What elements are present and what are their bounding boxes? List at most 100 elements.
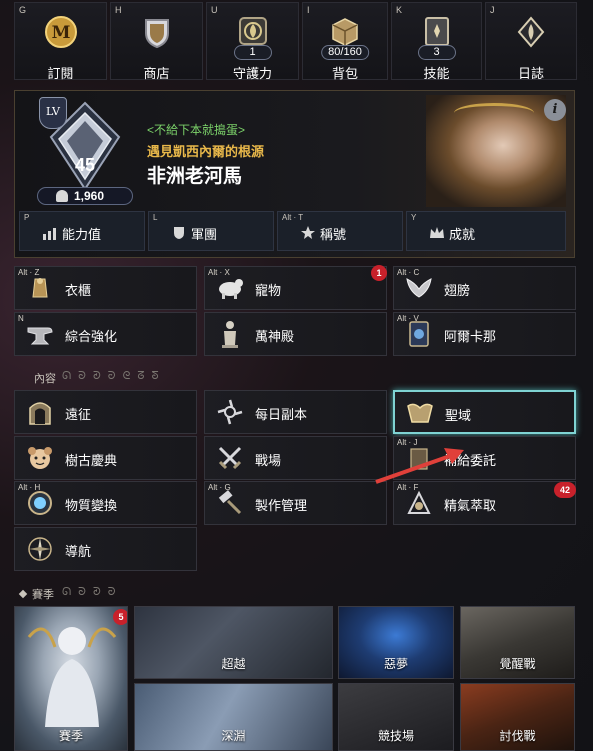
- menu-crafting[interactable]: Alt · G 製作管理: [204, 481, 387, 525]
- daily-dungeon-icon: [215, 397, 245, 427]
- tab-label: 技能: [423, 66, 450, 81]
- helmet-icon: [56, 190, 68, 202]
- anvil-icon: [25, 319, 55, 349]
- notification-badge: 5: [113, 609, 127, 625]
- notification-badge: 42: [554, 482, 576, 498]
- arcana-card-icon: [404, 319, 434, 349]
- tile-transcendence[interactable]: 超越: [134, 606, 333, 679]
- level-number: 45: [74, 155, 96, 175]
- menu-label: 萬神殿: [255, 329, 295, 344]
- tab-inventory[interactable]: I 80/160 背包: [302, 2, 388, 81]
- menu-navigation[interactable]: 導航: [14, 527, 197, 571]
- menu-label: 物質變換: [65, 498, 118, 513]
- tab-stats[interactable]: P 能力值: [19, 211, 145, 251]
- sanctuary-icon: [405, 398, 435, 428]
- legion-shield-icon: [174, 227, 184, 239]
- tile-abyss[interactable]: 深淵: [134, 683, 333, 751]
- pet-icon: [215, 273, 245, 303]
- essence-extract-icon: [404, 488, 434, 518]
- hotkey-label: Alt · T: [282, 213, 304, 222]
- m-coin-icon: M: [44, 15, 78, 49]
- section-title-content: 內容: [34, 373, 56, 385]
- tile-nightmare[interactable]: 惡夢: [338, 606, 454, 679]
- character-title: 遇見凱西內爾的根源: [147, 144, 265, 159]
- tile-season[interactable]: 賽季 5: [14, 606, 128, 751]
- tab-label: 訂閱: [47, 66, 74, 81]
- hotkey-label: I: [307, 5, 310, 15]
- menu-sanctuary[interactable]: 聖域: [393, 390, 576, 434]
- tab-skills[interactable]: K 3 技能: [391, 2, 482, 81]
- tab-label: 軍團: [191, 227, 218, 242]
- menu-label: 衣櫃: [65, 283, 92, 298]
- transmute-orb-icon: [25, 488, 55, 518]
- hotkey-label: G: [19, 5, 27, 15]
- menu-pets[interactable]: Alt · X 寵物 1: [204, 265, 387, 310]
- menu-wardrobe[interactable]: Alt · Z 衣櫃: [14, 266, 197, 310]
- tab-titles[interactable]: Alt · T 稱號: [277, 211, 403, 251]
- menu-label: 翅膀: [444, 283, 471, 298]
- craft-hammer-icon: [215, 488, 245, 518]
- wardrobe-icon: [25, 273, 55, 303]
- section-glyphs: ᘏ ᘐ ᘑ ᘒ ᘓ ᘔ ᘕ: [62, 370, 161, 382]
- menu-label: 精氣萃取: [444, 498, 497, 513]
- tile-awakening-battle[interactable]: 覺醒戰: [460, 606, 575, 679]
- bag-box-icon: [328, 15, 362, 49]
- lv-badge: LV: [39, 97, 67, 129]
- festival-mascot-icon: [25, 443, 55, 473]
- combat-power-pill: 1,960: [37, 187, 133, 205]
- wings-icon: [404, 273, 434, 303]
- menu-wings[interactable]: Alt · C 翅膀: [393, 266, 576, 310]
- guardian-icon: [236, 15, 270, 49]
- tab-journal[interactable]: J 日誌: [485, 2, 577, 81]
- menu-expedition[interactable]: 遠征: [14, 390, 197, 434]
- title-star-icon: [301, 226, 315, 239]
- info-icon[interactable]: i: [544, 99, 566, 121]
- tile-label: 賽季: [58, 729, 83, 743]
- shop-shield-icon: [140, 15, 174, 49]
- tile-label: 深淵: [221, 729, 246, 743]
- section-title-season: 賽季: [32, 589, 54, 601]
- menu-label: 聖域: [445, 408, 472, 423]
- tab-shop[interactable]: H 商店: [110, 2, 203, 81]
- menu-label: 阿爾卡那: [444, 329, 497, 344]
- crown-ornament: [454, 103, 534, 123]
- hotkey-label: H: [115, 5, 122, 15]
- menu-battlefield[interactable]: 戰場: [204, 436, 387, 480]
- hotkey-label: U: [211, 5, 218, 15]
- tab-label: 守護力: [232, 66, 272, 81]
- hotkey-label: Y: [411, 213, 417, 222]
- character-profile-panel: i LV 45 1,960 <不給下本就搗蛋> 遇見凱西內爾的根源 非洲老河馬 …: [14, 90, 575, 258]
- annotation-arrow: [375, 448, 464, 484]
- svg-text:M: M: [51, 23, 70, 43]
- section-glyphs: ᘏ ᘐ ᘑ ᘒ: [62, 586, 118, 598]
- menu-arcana[interactable]: Alt · V 阿爾卡那: [393, 312, 576, 356]
- menu-label: 製作管理: [255, 498, 308, 513]
- menu-label: 每日副本: [255, 407, 308, 422]
- tile-label: 超越: [221, 657, 246, 671]
- menu-label: 遠征: [65, 407, 92, 422]
- menu-label: 綜合強化: [65, 329, 118, 344]
- menu-pantheon[interactable]: 萬神殿: [204, 312, 387, 356]
- pantheon-statue-icon: [215, 319, 245, 349]
- menu-enhancement[interactable]: N 綜合強化: [14, 312, 197, 356]
- menu-label: 戰場: [255, 453, 282, 468]
- tab-legion[interactable]: L 軍團: [148, 211, 274, 251]
- tile-label: 覺醒戰: [499, 657, 536, 671]
- tile-conquest[interactable]: 討伐戰: [460, 683, 575, 751]
- achievement-crown-icon: [430, 227, 444, 238]
- tile-arena[interactable]: 競技場: [338, 683, 454, 751]
- menu-transmute[interactable]: Alt · H 物質變換: [14, 481, 197, 525]
- goddess-statue-icon: [27, 627, 117, 727]
- tab-guardian[interactable]: U 1 守護力: [206, 2, 299, 81]
- tab-label: 背包: [331, 66, 358, 81]
- menu-daily-dungeon[interactable]: 每日副本: [204, 390, 387, 434]
- hotkey-label: N: [18, 314, 24, 323]
- menu-label: 寵物: [255, 283, 282, 298]
- menu-label: 樹古慶典: [65, 453, 118, 468]
- tab-label: 成就: [449, 227, 476, 242]
- tile-label: 討伐戰: [499, 729, 536, 743]
- tab-subscribe[interactable]: G M 訂閱: [14, 2, 107, 81]
- tab-achievements[interactable]: Y 成就: [406, 211, 566, 251]
- menu-festival[interactable]: 樹古慶典: [14, 436, 197, 480]
- tab-label: 能力值: [62, 227, 102, 242]
